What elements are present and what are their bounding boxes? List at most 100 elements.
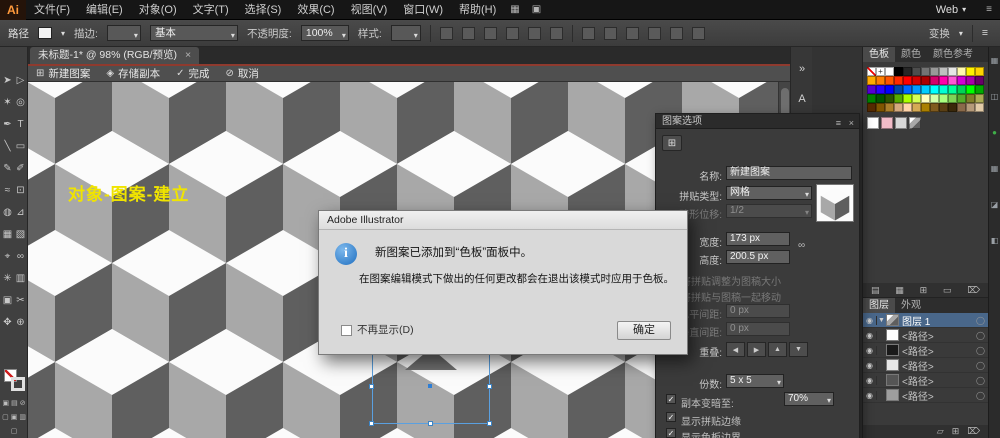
color-swatch[interactable] — [975, 76, 984, 85]
layer-label[interactable]: <路径> — [902, 358, 976, 373]
save-copy-button[interactable]: ◈ 存储副本 — [106, 66, 160, 81]
pattern-tile-tool-button[interactable]: ⊞ — [662, 135, 682, 151]
color-swatch[interactable] — [930, 85, 939, 94]
color-swatch[interactable] — [867, 94, 876, 103]
color-swatch[interactable] — [966, 85, 975, 94]
color-swatch[interactable] — [876, 103, 885, 112]
panel-tab[interactable]: 图层 — [863, 298, 895, 313]
menu-icon[interactable]: ≡ — [980, 4, 1000, 15]
color-swatch[interactable] — [939, 76, 948, 85]
layer-row[interactable]: ◉ <路径> ◯ — [863, 373, 988, 388]
layer-label[interactable]: 图层 1 — [902, 313, 976, 328]
document-tab[interactable]: 未标题-1* @ 98% (RGB/预览) × — [30, 47, 200, 64]
workspace-switcher[interactable]: Web ▾ — [936, 4, 980, 16]
target-icon[interactable]: ◯ — [976, 346, 988, 355]
align-icon[interactable] — [549, 26, 563, 40]
link-dimensions-icon[interactable]: ∞ — [798, 240, 805, 251]
dim-copies-select[interactable]: 70% ▾ — [784, 392, 834, 406]
menu-item[interactable]: 文字(T) — [185, 0, 237, 20]
layers-footer-icon[interactable]: ⊞ — [952, 425, 960, 438]
column-graph-tool[interactable]: ▥ — [14, 267, 27, 289]
lasso-tool[interactable]: ◎ — [14, 91, 27, 113]
tile-type-select[interactable]: 网格 ▾ — [726, 186, 812, 200]
color-swatch[interactable] — [912, 94, 921, 103]
swatches-footer-icon[interactable]: ▦ — [895, 283, 904, 297]
close-icon[interactable]: × — [849, 116, 854, 131]
hand-tool[interactable]: ✥ — [1, 311, 14, 333]
color-mode-icon[interactable]: ⊘ — [20, 399, 26, 407]
color-swatch[interactable] — [966, 103, 975, 112]
copies-select[interactable]: 5 x 5 ▾ — [726, 374, 784, 388]
panel-menu-icon[interactable]: ≡ — [836, 116, 841, 131]
distribute-icon[interactable] — [625, 26, 639, 40]
selection-handle[interactable] — [369, 384, 374, 389]
overlap-direction-button[interactable]: ▲ — [768, 342, 787, 357]
color-swatch[interactable] — [921, 67, 930, 76]
color-swatch[interactable] — [912, 103, 921, 112]
color-swatch[interactable] — [894, 103, 903, 112]
dialog-titlebar[interactable]: Adobe Illustrator — [319, 211, 687, 230]
zoom-tool[interactable]: ⊕ — [14, 311, 27, 333]
rectangle-tool[interactable]: ▭ — [14, 135, 27, 157]
symbol-sprayer-tool[interactable]: ✳ — [1, 267, 14, 289]
mesh-tool[interactable]: ▦ — [1, 223, 14, 245]
cancel-button[interactable]: ⊘ 取消 — [225, 66, 258, 81]
selection-tool[interactable]: ➤ — [1, 69, 14, 91]
color-swatch[interactable] — [948, 85, 957, 94]
selection-handle[interactable] — [369, 421, 374, 426]
distribute-icon[interactable] — [647, 26, 661, 40]
dock-icon[interactable]: ◧ — [991, 237, 999, 245]
show-tile-edge-checkbox[interactable]: ✓ — [666, 412, 676, 422]
direct-selection-tool[interactable]: ▷ — [14, 69, 27, 91]
color-swatch[interactable] — [903, 76, 912, 85]
width-tool[interactable]: ≈ — [1, 179, 14, 201]
align-icon[interactable] — [461, 26, 475, 40]
draw-mode-icon[interactable]: ▥ — [19, 413, 26, 421]
menu-item[interactable]: 编辑(E) — [78, 0, 131, 20]
target-icon[interactable]: ◯ — [976, 361, 988, 370]
pattern-options-titlebar[interactable]: 图案选项 ≡ × — [656, 114, 859, 129]
menu-item[interactable]: 对象(O) — [131, 0, 185, 20]
color-swatch[interactable] — [939, 103, 948, 112]
panel-tab[interactable]: 颜色参考 — [927, 47, 979, 62]
visibility-eye-icon[interactable]: ◉ — [863, 360, 877, 370]
dock-icon[interactable]: ◫ — [991, 93, 999, 101]
target-icon[interactable]: ◯ — [976, 331, 988, 340]
swatch[interactable] — [909, 117, 921, 129]
distribute-icon[interactable] — [581, 26, 595, 40]
color-swatch[interactable] — [903, 67, 912, 76]
swatch[interactable] — [895, 117, 907, 129]
type-tool[interactable]: T — [14, 113, 27, 135]
line-segment-tool[interactable]: ╲ — [1, 135, 14, 157]
target-icon[interactable]: ◯ — [976, 316, 988, 325]
menu-item[interactable]: 窗口(W) — [395, 0, 451, 20]
swatch[interactable] — [867, 117, 879, 129]
color-mode-icon[interactable]: ▣ — [2, 399, 9, 407]
color-mode-icon[interactable]: ▤ — [11, 399, 18, 407]
color-swatch[interactable] — [921, 94, 930, 103]
panel-tab[interactable]: 外观 — [895, 298, 927, 313]
distribute-icon[interactable] — [691, 26, 705, 40]
color-swatch[interactable] — [885, 94, 894, 103]
ok-button[interactable]: 确定 — [617, 321, 671, 340]
shape-builder-tool[interactable]: ◍ — [1, 201, 14, 223]
color-swatch[interactable] — [867, 103, 876, 112]
color-swatch[interactable] — [975, 67, 984, 76]
color-swatch[interactable] — [957, 76, 966, 85]
selection-handle[interactable] — [487, 421, 492, 426]
color-swatch[interactable] — [867, 76, 876, 85]
color-swatch[interactable] — [885, 67, 894, 76]
show-swatch-bounds-checkbox[interactable]: ✓ — [666, 428, 676, 438]
slice-tool[interactable]: ✂ — [14, 289, 27, 311]
stroke-width-dropdown[interactable]: ▾ — [106, 25, 141, 41]
color-swatch[interactable] — [948, 76, 957, 85]
window-layout-icon[interactable]: ▦ — [504, 4, 525, 15]
panel-tab[interactable]: 颜色 — [895, 47, 927, 62]
dim-copies-checkbox[interactable]: ✓ — [666, 394, 676, 404]
close-icon[interactable]: × — [185, 47, 191, 64]
width-input[interactable]: 173 px — [726, 232, 790, 246]
layer-label[interactable]: <路径> — [902, 343, 976, 358]
color-swatch[interactable] — [867, 85, 876, 94]
done-button[interactable]: ✓ 完成 — [176, 66, 209, 81]
blend-tool[interactable]: ∞ — [14, 245, 27, 267]
